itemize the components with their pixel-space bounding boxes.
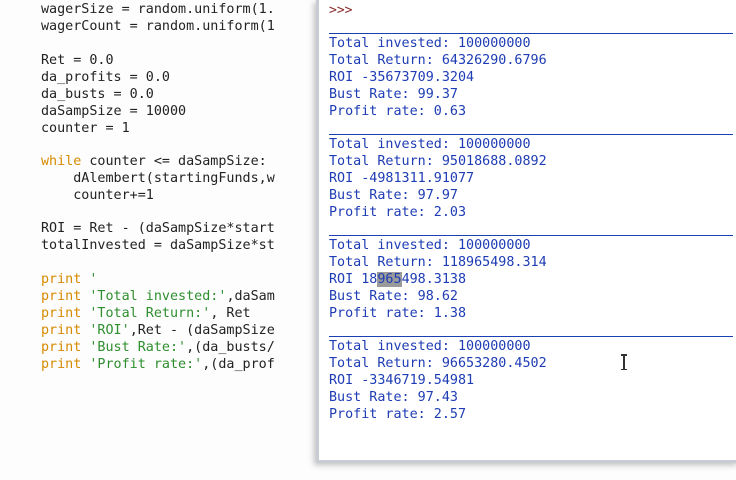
keyword: print: [41, 289, 82, 304]
output-line: Total invested: 100000000: [329, 238, 531, 253]
text-selection[interactable]: 965: [377, 272, 402, 287]
output-block: Total invested: 100000000 Total Return: …: [329, 134, 736, 221]
output-block: Total invested: 100000000 Total Return: …: [329, 33, 736, 120]
string-literal: 'Profit rate:': [81, 357, 203, 372]
roi-text: 498.3138: [401, 272, 467, 287]
output-line: Profit rate: 2.03: [329, 205, 467, 220]
separator-line: [329, 134, 733, 135]
code-line: daSampSize = 10000: [41, 104, 187, 119]
string-literal: 'Total invested:': [81, 289, 227, 304]
code-line: print 'ROI',Ret - (daSampSize: [41, 322, 275, 339]
output-line: Profit rate: 1.38: [329, 306, 467, 321]
code-text: counter <= daSampSize:: [81, 154, 267, 169]
code-line: print 'Bust Rate:',(da_busts/: [41, 339, 275, 356]
code-line: print 'Total invested:',daSam: [41, 288, 275, 305]
output-line: Bust Rate: 97.97: [329, 188, 458, 203]
code-line: print ': [41, 271, 97, 288]
roi-text: ROI 18: [329, 272, 378, 287]
code-line: Ret = 0.0: [41, 53, 114, 68]
code-line: counter = 1: [41, 121, 130, 136]
output-line: Total Return: 96653280.4502: [329, 356, 547, 371]
code-line: totalInvested = daSampSize*st: [41, 238, 275, 253]
code-line: dAlembert(startingFunds,w: [41, 171, 275, 186]
code-line: print 'Profit rate:',(da_prof: [41, 356, 275, 373]
string-literal: 'Total Return:': [81, 306, 211, 321]
code-text: ,Ret - (daSampSize: [129, 323, 275, 338]
code-line: counter+=1: [41, 188, 154, 203]
separator-line: [329, 235, 733, 236]
keyword: print: [41, 272, 82, 287]
output-line[interactable]: ROI 18965498.3138: [329, 271, 736, 288]
keyword: while: [41, 154, 82, 169]
string-literal: ': [81, 272, 98, 287]
code-line: wagerSize = random.uniform(1.: [41, 2, 275, 17]
code-line: wagerCount = random.uniform(1: [41, 19, 275, 34]
keyword: print: [41, 357, 82, 372]
output-line: Profit rate: 2.57: [329, 407, 467, 422]
string-literal: 'ROI': [81, 323, 130, 338]
code-line: while counter <= daSampSize:: [41, 153, 267, 170]
text-cursor-icon: [621, 354, 627, 370]
separator-line: [329, 33, 733, 34]
output-line: Total Return: 64326290.6796: [329, 53, 547, 68]
separator-line: [329, 336, 733, 337]
code-text: ,daSam: [226, 289, 275, 304]
output-line: Total Return: 95018688.0892: [329, 154, 547, 169]
output-line: Total invested: 100000000: [329, 36, 531, 51]
python-shell-window[interactable]: >>> Total invested: 100000000 Total Retu…: [316, 0, 736, 463]
code-line: print 'Total Return:', Ret: [41, 305, 251, 322]
output-line: ROI -3346719.54981: [329, 373, 475, 388]
output-line: Total invested: 100000000: [329, 137, 531, 152]
code-text: , Ret: [210, 306, 251, 321]
code-text: ,(da_busts/: [186, 340, 275, 355]
shell-prompt: >>>: [329, 3, 353, 18]
output-line: Total invested: 100000000: [329, 339, 531, 354]
output-line: Profit rate: 0.63: [329, 104, 467, 119]
string-literal: 'Bust Rate:': [81, 340, 187, 355]
keyword: print: [41, 340, 82, 355]
output-line: Bust Rate: 97.43: [329, 390, 458, 405]
output-block: Total invested: 100000000 Total Return: …: [329, 235, 736, 322]
output-block: Total invested: 100000000 Total Return: …: [329, 336, 736, 423]
code-text: ,(da_prof: [202, 357, 275, 372]
output-line: Bust Rate: 98.62: [329, 289, 458, 304]
output-line: Bust Rate: 99.37: [329, 87, 458, 102]
code-line: da_busts = 0.0: [41, 87, 154, 102]
keyword: print: [41, 306, 82, 321]
keyword: print: [41, 323, 82, 338]
output-line: ROI -4981311.91077: [329, 171, 475, 186]
output-line: ROI -35673709.3204: [329, 70, 475, 85]
code-line: ROI = Ret - (daSampSize*start: [41, 221, 275, 236]
code-line: da_profits = 0.0: [41, 70, 170, 85]
output-line: Total Return: 118965498.314: [329, 255, 547, 270]
